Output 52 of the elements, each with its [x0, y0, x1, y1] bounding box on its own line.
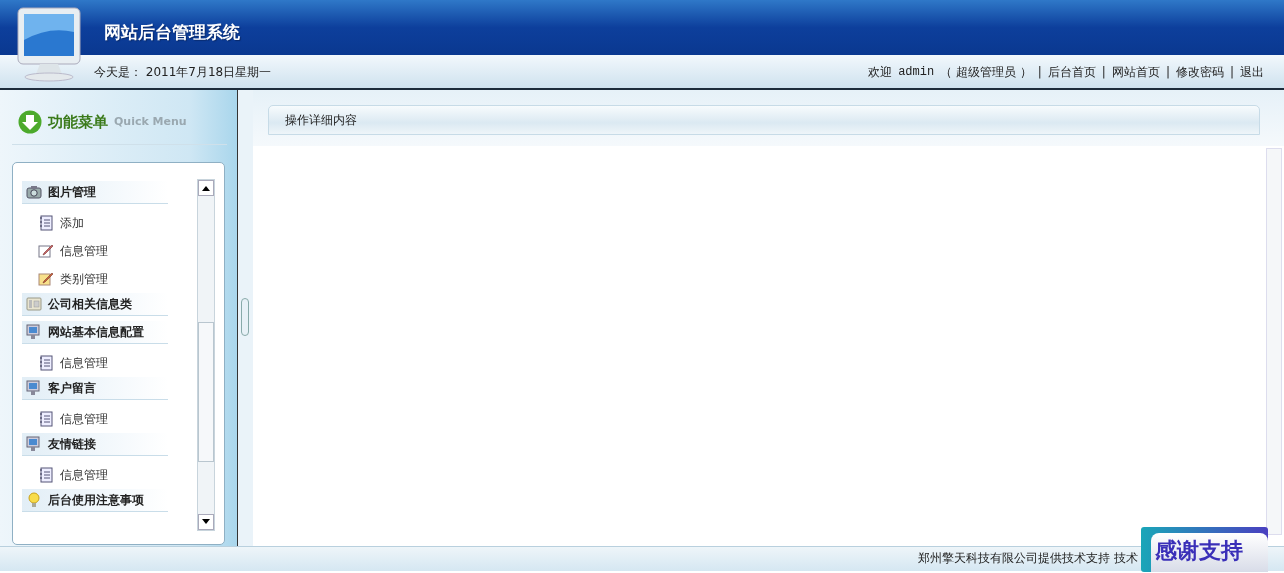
menu-subtitle: Quick Menu [114, 113, 187, 130]
group-title: 客户留言 [48, 380, 96, 397]
menu-group[interactable]: 公司相关信息类 [22, 293, 168, 316]
menu-item[interactable]: 信息管理 [60, 410, 108, 428]
edit-icon [38, 243, 54, 259]
nav-link[interactable]: 后台首页 [1047, 62, 1096, 81]
separator: | [1037, 63, 1042, 81]
notebook-icon [38, 215, 54, 231]
separator: | [1101, 63, 1106, 81]
menu-item[interactable]: 信息管理 [60, 354, 108, 372]
group-title: 公司相关信息类 [48, 296, 132, 313]
date-text: 今天是： 2011年7月18日星期一 [94, 63, 272, 81]
scroll-down-icon[interactable] [202, 518, 210, 525]
separator: | [1165, 63, 1170, 81]
notebook-icon [38, 467, 54, 483]
monitor-icon [26, 436, 42, 452]
menu-title: 功能菜单 [48, 111, 108, 133]
scroll-up-icon[interactable] [202, 184, 210, 191]
menu-item[interactable]: 信息管理 [60, 466, 108, 484]
notebook-icon [38, 411, 54, 427]
separator: | [1229, 63, 1234, 81]
panel-title: 操作详细内容 [285, 112, 357, 129]
group-title: 图片管理 [48, 184, 96, 201]
app-title: 网站后台管理系统 [104, 21, 240, 44]
group-title: 友情链接 [48, 436, 96, 453]
scrollbar[interactable] [1266, 148, 1282, 535]
monitor-icon [26, 324, 42, 340]
bulb-icon [26, 492, 42, 508]
scrollbar[interactable] [197, 179, 215, 531]
menu-group[interactable]: 网站基本信息配置 [22, 321, 168, 344]
camera-icon [26, 184, 42, 200]
group-title: 网站基本信息配置 [48, 324, 144, 341]
menu-item[interactable]: 类别管理 [60, 270, 108, 288]
nav-link[interactable]: 退出 [1240, 62, 1264, 81]
username: admin [898, 63, 935, 81]
edit-icon [38, 271, 54, 287]
menu-item[interactable]: 信息管理 [60, 242, 108, 260]
welcome-text: 欢迎 [868, 63, 893, 81]
menu-group[interactable]: 图片管理 [22, 181, 168, 204]
menu-item[interactable]: 添加 [60, 214, 84, 232]
nav-link[interactable]: 修改密码 [1175, 62, 1224, 81]
menu-group[interactable]: 友情链接 [22, 433, 168, 456]
thanks-badge[interactable]: 感谢支持 [1141, 527, 1268, 572]
group-title: 后台使用注意事项 [48, 492, 144, 509]
menu-group[interactable]: 后台使用注意事项 [22, 489, 168, 512]
footer-text: 郑州擎天科技有限公司提供技术支持 技术 [918, 550, 1138, 568]
notebook-icon [38, 355, 54, 371]
monitor-icon [26, 380, 42, 396]
welcome-text: （ 超级管理员 ） [940, 63, 1032, 81]
menu-group[interactable]: 客户留言 [22, 377, 168, 400]
collapse-handle[interactable] [241, 298, 249, 336]
nav-link[interactable]: 网站首页 [1111, 62, 1160, 81]
